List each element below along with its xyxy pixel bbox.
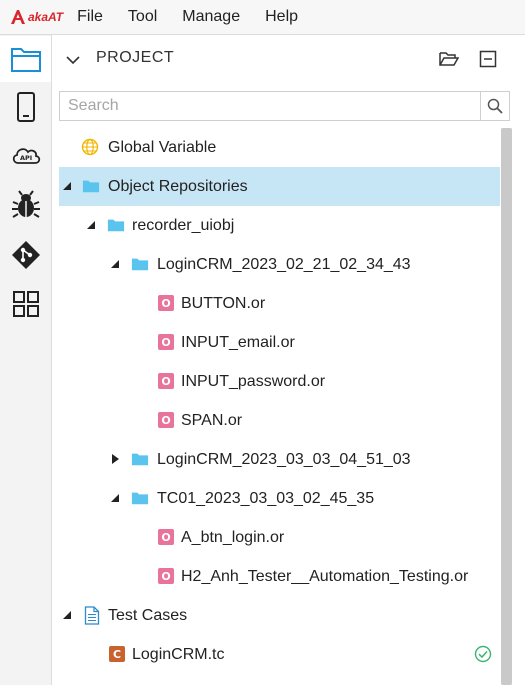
tree-item-label: Object Repositories: [108, 177, 248, 195]
tree-item-label: TC01_2023_03_03_02_45_35: [157, 489, 375, 507]
tree-item-label: H2_Anh_Tester__Automation_Testing.or: [181, 567, 469, 585]
folder-icon: [10, 48, 41, 72]
logo-mark-icon: [11, 10, 25, 24]
tree-item-label: INPUT_email.or: [181, 333, 295, 351]
object-badge: O: [158, 529, 174, 545]
tree-item-h2-anh-tester-or[interactable]: O H2_Anh_Tester__Automation_Testing.or: [59, 557, 500, 596]
project-tree: Global Variable Object Repositories reco…: [59, 128, 500, 685]
object-file-icon: O: [157, 567, 175, 585]
panel-header: PROJECT: [52, 35, 525, 83]
tree-item-logincrm-tc[interactable]: C LoginCRM.tc: [59, 635, 500, 674]
tree-item-object-repositories[interactable]: Object Repositories: [59, 167, 500, 206]
menu-file[interactable]: File: [77, 8, 103, 26]
object-file-icon: O: [157, 294, 175, 312]
app-logo: aka AT: [10, 9, 63, 25]
folder-icon: [131, 255, 149, 273]
activity-git[interactable]: [0, 232, 51, 278]
svg-text:API: API: [20, 154, 32, 162]
tree-scrollbar[interactable]: [501, 128, 512, 685]
tree-item-label: BUTTON.or: [181, 294, 266, 312]
tree-item-recorder-uiobj[interactable]: recorder_uiobj: [59, 206, 500, 245]
tree-item-label: LoginCRM.tc: [132, 645, 225, 663]
collapse-all-icon: [479, 50, 497, 68]
tree-item-tc01-2023-03-03[interactable]: TC01_2023_03_03_02_45_35: [59, 479, 500, 518]
tree-item-logincrm-2023-03-03[interactable]: LoginCRM_2023_03_03_04_51_03: [59, 440, 500, 479]
tree-item-label: SPAN.or: [181, 411, 243, 429]
activity-extensions[interactable]: [0, 281, 51, 327]
panel-title: PROJECT: [96, 49, 175, 66]
search-icon: [487, 98, 503, 114]
object-file-icon: O: [157, 528, 175, 546]
tree-item-button-or[interactable]: O BUTTON.or: [59, 284, 500, 323]
tree-item-label: A_btn_login.or: [181, 528, 285, 546]
menu-bar: aka AT File Tool Manage Help: [0, 0, 525, 35]
tree-item-label: INPUT_password.or: [181, 372, 326, 390]
project-panel: PROJECT Search Global Variable Object Re…: [52, 35, 525, 685]
tree-item-label: Test Cases: [108, 606, 188, 624]
object-badge: O: [158, 373, 174, 389]
object-badge: O: [158, 568, 174, 584]
menu-tool[interactable]: Tool: [128, 8, 157, 26]
object-badge: O: [158, 334, 174, 350]
folder-icon: [131, 489, 149, 507]
passed-check-icon: [474, 645, 492, 663]
globe-icon: [81, 138, 99, 156]
bug-icon: [11, 190, 40, 218]
expanded-triangle-icon[interactable]: [85, 219, 97, 231]
menu-manage[interactable]: Manage: [182, 8, 240, 26]
search-button[interactable]: [480, 92, 509, 120]
object-file-icon: O: [157, 411, 175, 429]
tree-item-input-password-or[interactable]: O INPUT_password.or: [59, 362, 500, 401]
expanded-triangle-icon[interactable]: [109, 492, 121, 504]
tree-item-a-btn-login-or[interactable]: O A_btn_login.or: [59, 518, 500, 557]
expanded-triangle-icon[interactable]: [109, 258, 121, 270]
activity-explorer[interactable]: [0, 36, 51, 82]
tree-item-test-cases[interactable]: Test Cases: [59, 596, 500, 635]
open-folder-button[interactable]: [439, 49, 459, 69]
scrollbar-thumb[interactable]: [501, 128, 512, 685]
logo-text-prefix: aka: [28, 10, 49, 24]
tree-item-logincrm-2023-02-21[interactable]: LoginCRM_2023_02_21_02_34_43: [59, 245, 500, 284]
api-cloud-icon: API: [12, 148, 40, 164]
object-file-icon: O: [157, 333, 175, 351]
folder-open-icon: [439, 52, 459, 66]
logo-text-suffix: AT: [48, 10, 64, 24]
menu-help[interactable]: Help: [265, 8, 298, 26]
tree-item-label: LoginCRM_2023_02_21_02_34_43: [157, 255, 411, 273]
chevron-down-icon[interactable]: [66, 52, 80, 70]
tree-item-label: LoginCRM_2023_03_03_04_51_03: [157, 450, 411, 468]
tree-item-input-email-or[interactable]: O INPUT_email.or: [59, 323, 500, 362]
tree-item-span-or[interactable]: O SPAN.or: [59, 401, 500, 440]
tree-item-label: Global Variable: [108, 138, 217, 156]
collapsed-triangle-icon[interactable]: [109, 453, 121, 465]
tree-item-global-variable[interactable]: Global Variable: [59, 128, 500, 167]
mobile-device-icon: [16, 92, 35, 122]
object-badge: O: [158, 295, 174, 311]
folder-icon: [107, 216, 125, 234]
activity-mobile[interactable]: [0, 84, 51, 130]
test-case-badge: C: [109, 646, 125, 662]
document-icon: [83, 605, 101, 625]
folder-icon: [82, 177, 100, 195]
git-icon: [11, 241, 40, 269]
tree-item-label: recorder_uiobj: [132, 216, 235, 234]
object-badge: O: [158, 412, 174, 428]
grid-apps-icon: [12, 291, 39, 317]
expanded-triangle-icon[interactable]: [61, 609, 73, 621]
activity-api[interactable]: API: [0, 132, 51, 178]
expanded-triangle-icon[interactable]: [61, 180, 73, 192]
search-box: [59, 91, 510, 121]
test-case-file-icon: C: [108, 645, 126, 663]
search-input[interactable]: [60, 92, 496, 120]
activity-debug[interactable]: [0, 182, 51, 228]
folder-icon: [131, 450, 149, 468]
activity-bar: API: [0, 35, 52, 685]
object-file-icon: O: [157, 372, 175, 390]
collapse-all-button[interactable]: [478, 49, 498, 69]
